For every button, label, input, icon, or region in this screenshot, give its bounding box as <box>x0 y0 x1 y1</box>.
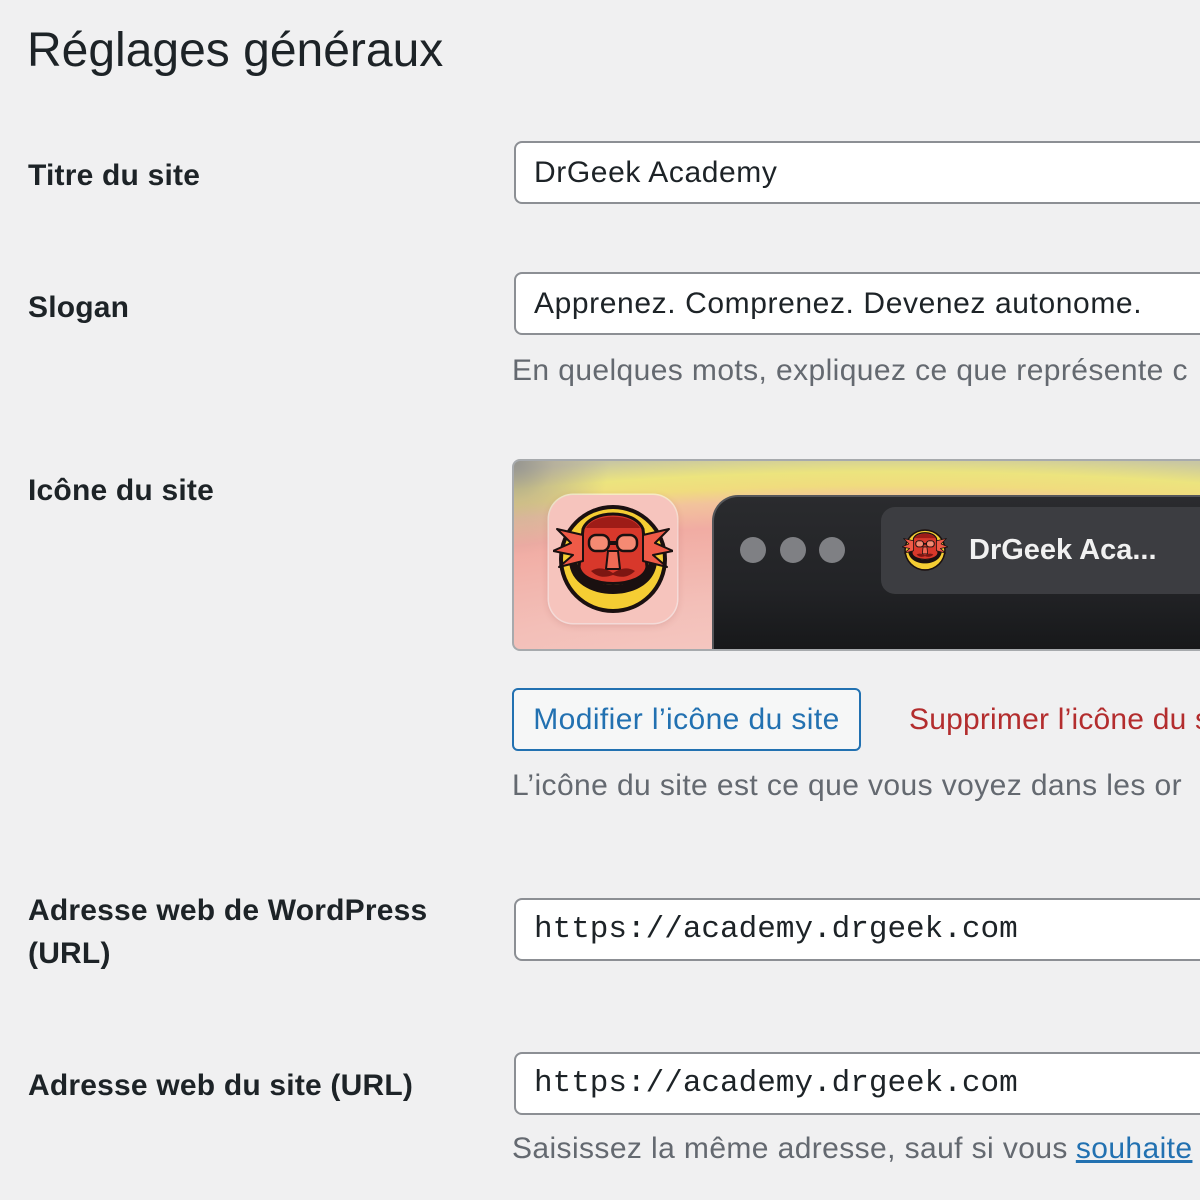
wordpress-address-label: Adresse web de WordPress (URL) <box>28 894 428 970</box>
site-address-description-text: Saisissez la même adresse, sauf si vous <box>512 1132 1068 1165</box>
mascot-app-icon <box>553 499 673 619</box>
tagline-description: En quelques mots, expliquez ce que repré… <box>512 354 1188 387</box>
site-icon-preview: DrGeek Aca... <box>512 459 1200 651</box>
tagline-label: Slogan <box>28 291 130 324</box>
browser-tab: DrGeek Aca... <box>881 507 1200 594</box>
app-icon-preview <box>549 495 677 623</box>
mascot-favicon-icon <box>902 527 948 573</box>
window-control-dot <box>819 537 845 563</box>
site-title-label: Titre du site <box>28 159 201 192</box>
site-title-input[interactable] <box>514 141 1200 204</box>
wordpress-address-input[interactable] <box>514 898 1200 961</box>
browser-window-preview: DrGeek Aca... <box>712 495 1200 649</box>
site-icon-description: L’icône du site est ce que vous voyez da… <box>512 769 1182 802</box>
page-title: Réglages généraux <box>27 24 444 77</box>
browser-tab-title: DrGeek Aca... <box>969 534 1157 566</box>
window-control-dot <box>740 537 766 563</box>
remove-site-icon-button[interactable]: Supprimer l’icône du s <box>909 688 1200 751</box>
site-address-input[interactable] <box>514 1052 1200 1115</box>
change-site-icon-button[interactable]: Modifier l’icône du site <box>512 688 861 751</box>
site-address-help-link[interactable]: souhaite <box>1076 1132 1193 1165</box>
site-icon-label: Icône du site <box>28 474 214 507</box>
window-control-dot <box>780 537 806 563</box>
site-address-label: Adresse web du site (URL) <box>28 1069 414 1102</box>
site-address-description: Saisissez la même adresse, sauf si vous s… <box>512 1131 1200 1167</box>
tagline-input[interactable] <box>514 272 1200 335</box>
